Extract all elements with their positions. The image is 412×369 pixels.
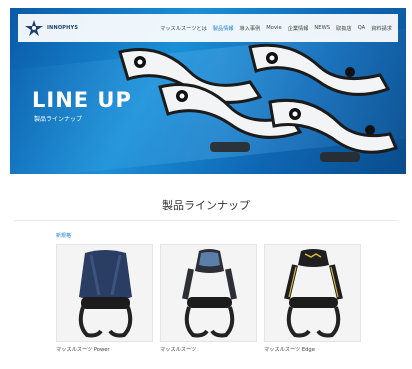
nav-item-news[interactable]: NEWS <box>314 25 330 31</box>
product-card-edge[interactable] <box>264 244 361 342</box>
nav-item-cases[interactable]: 導入事例 <box>240 25 261 32</box>
top-navigation-bar: INNOPHYS マッスルスーツとは 製品情報 導入事例 Movie 企業情報 … <box>18 14 398 42</box>
star-logo-icon <box>25 20 43 36</box>
product-image-edge <box>284 249 343 338</box>
product-image-standard <box>182 249 237 338</box>
nav-item-products[interactable]: 製品情報 <box>213 25 234 32</box>
main-nav: マッスルスーツとは 製品情報 導入事例 Movie 企業情報 NEWS 取扱店 … <box>160 25 392 32</box>
logo-text: INNOPHYS <box>47 25 79 31</box>
category-label[interactable]: 新規格 <box>56 232 71 239</box>
nav-item-request-docs[interactable]: 資料請求 <box>371 25 392 32</box>
nav-item-qa[interactable]: QA <box>358 25 366 31</box>
product-name-standard[interactable]: マッスルスーツ <box>160 346 196 353</box>
section-title: 製品ラインナップ <box>162 199 250 212</box>
product-card-standard[interactable] <box>160 244 257 342</box>
product-name-power[interactable]: マッスルスーツ Power <box>56 346 110 353</box>
hero-subtitle: 製品ラインナップ <box>34 116 83 123</box>
section-divider <box>14 220 398 221</box>
hero-title: LINE UP <box>32 88 132 112</box>
product-name-edge[interactable]: マッスルスーツ Edge <box>264 346 315 353</box>
nav-item-dealers[interactable]: 取扱店 <box>336 25 352 32</box>
product-image-power <box>78 250 133 338</box>
product-card-power[interactable] <box>56 244 153 342</box>
site-logo[interactable]: INNOPHYS <box>24 20 78 36</box>
nav-item-movie[interactable]: Movie <box>266 25 281 31</box>
hero-banner: INNOPHYS マッスルスーツとは 製品情報 導入事例 Movie 企業情報 … <box>10 8 406 174</box>
hero-products-image <box>118 43 399 162</box>
nav-item-about[interactable]: マッスルスーツとは <box>160 25 207 32</box>
nav-item-company[interactable]: 企業情報 <box>288 25 309 32</box>
